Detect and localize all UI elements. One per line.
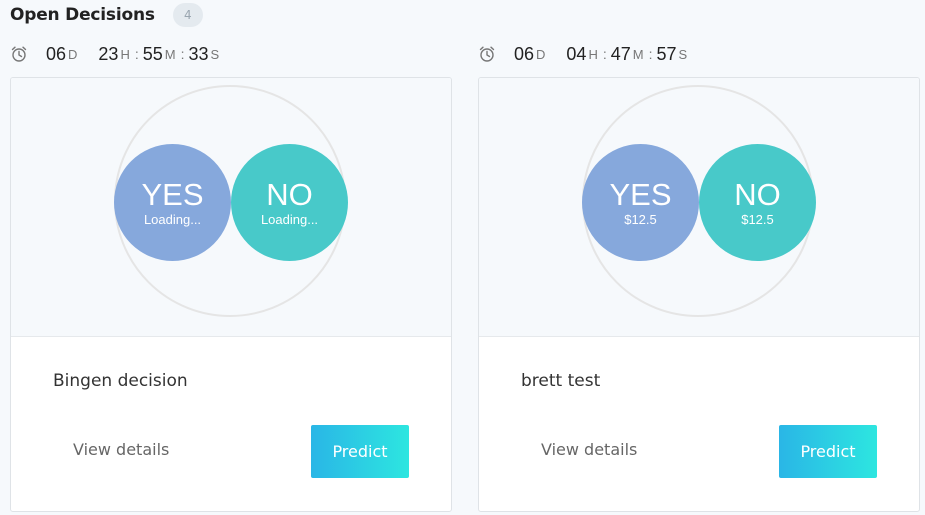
timer-day-unit: D — [68, 46, 79, 62]
view-details-link[interactable]: View details — [541, 440, 637, 459]
timer-minutes: 55 — [142, 43, 163, 64]
prediction-visual: YES $12.5 NO $12.5 — [479, 78, 919, 337]
timer-separator: : — [648, 46, 653, 62]
page-header: Open Decisions 4 — [10, 3, 203, 27]
decision-column: 06 D 04 H : 47 M : 57 S YES $12.5 NO $12… — [478, 40, 920, 512]
timer-second-unit: S — [678, 46, 689, 62]
no-label: NO — [266, 177, 313, 212]
timer-hours: 23 — [98, 43, 119, 64]
predict-button[interactable]: Predict — [779, 425, 877, 478]
decision-card: YES Loading... NO Loading... Bingen deci… — [10, 77, 452, 512]
view-details-link[interactable]: View details — [73, 440, 169, 459]
no-label: NO — [734, 177, 781, 212]
decision-card: YES $12.5 NO $12.5 brett test View detai… — [478, 77, 920, 512]
timer-hours: 04 — [566, 43, 587, 64]
yes-bubble[interactable]: YES $12.5 — [582, 144, 699, 261]
timer-hour-unit: H — [588, 46, 599, 62]
countdown-timer: 06 D 04 H : 47 M : 57 S — [478, 40, 920, 68]
timer-minutes: 47 — [610, 43, 631, 64]
decision-title: brett test — [521, 371, 601, 391]
no-value: Loading... — [260, 212, 319, 227]
decision-column: 06 D 23 H : 55 M : 33 S YES Loading... N… — [10, 40, 452, 512]
decision-title: Bingen decision — [53, 371, 188, 391]
page-title: Open Decisions — [10, 5, 155, 25]
timer-minute-unit: M — [164, 46, 177, 62]
yes-label: YES — [141, 177, 204, 212]
alarm-clock-icon — [10, 45, 28, 63]
yes-value: $12.5 — [624, 212, 657, 227]
timer-days: 06 — [46, 43, 67, 64]
prediction-visual: YES Loading... NO Loading... — [11, 78, 451, 337]
no-value: $12.5 — [741, 212, 774, 227]
timer-seconds: 57 — [656, 43, 677, 64]
countdown-timer: 06 D 23 H : 55 M : 33 S — [10, 40, 452, 68]
timer-separator: : — [134, 46, 139, 62]
predict-button[interactable]: Predict — [311, 425, 409, 478]
timer-day-unit: D — [536, 46, 547, 62]
no-bubble[interactable]: NO $12.5 — [699, 144, 816, 261]
timer-minute-unit: M — [632, 46, 645, 62]
timer-days: 06 — [514, 43, 535, 64]
alarm-clock-icon — [478, 45, 496, 63]
timer-second-unit: S — [210, 46, 221, 62]
yes-value: Loading... — [143, 212, 202, 227]
timer-seconds: 33 — [188, 43, 209, 64]
count-badge: 4 — [172, 3, 203, 27]
timer-hour-unit: H — [120, 46, 131, 62]
timer-separator: : — [602, 46, 607, 62]
timer-separator: : — [180, 46, 185, 62]
yes-label: YES — [609, 177, 672, 212]
no-bubble[interactable]: NO Loading... — [231, 144, 348, 261]
yes-bubble[interactable]: YES Loading... — [114, 144, 231, 261]
